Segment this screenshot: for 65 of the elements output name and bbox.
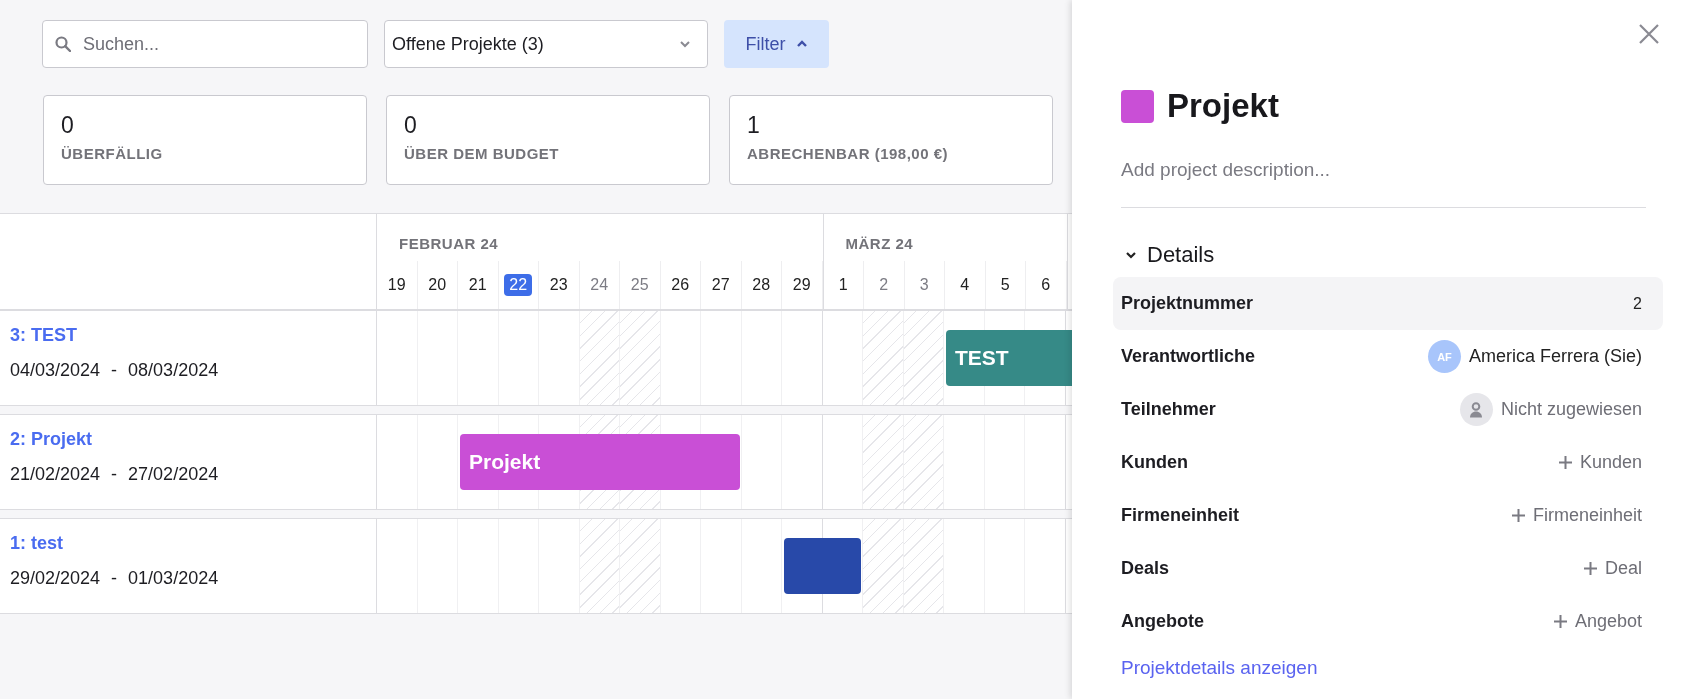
month-label: MÄRZ 24 — [844, 234, 915, 254]
project-dates: 04/03/2024 - 08/03/2024 — [10, 360, 220, 381]
plus-icon — [1583, 562, 1597, 575]
project-title-link[interactable]: 2: Projekt — [10, 429, 366, 450]
day-number: 19 — [386, 275, 407, 295]
chevron-down-icon — [679, 40, 691, 48]
field-label: Teilnehmer — [1121, 399, 1216, 420]
details-toggle[interactable]: Details — [1125, 242, 1215, 268]
day-number: 21 — [467, 275, 488, 295]
project-title-link[interactable]: 3: TEST — [10, 325, 366, 346]
project-bar[interactable]: Projekt — [460, 434, 740, 490]
plus-icon — [1558, 456, 1572, 469]
project-title-link[interactable]: 1: test — [10, 533, 366, 554]
project-dates: 29/02/2024 - 01/03/2024 — [10, 568, 220, 589]
plus-icon — [1511, 509, 1525, 522]
day-number: 26 — [670, 275, 691, 295]
stat-label: ÜBERFÄLLIG — [61, 145, 164, 162]
project-bar[interactable]: TEST — [946, 330, 1072, 386]
day-number: 24 — [589, 275, 610, 295]
field-label: Verantwortliche — [1121, 346, 1256, 367]
field-label: Kunden — [1121, 452, 1188, 473]
day-number: 2 — [878, 275, 890, 295]
project-title: Projekt — [1167, 87, 1279, 125]
plus-icon — [1553, 615, 1567, 628]
stat-label: ABRECHENBAR (198,00 €) — [747, 145, 950, 162]
chevron-down-icon — [1125, 249, 1137, 261]
unassigned-text[interactable]: Nicht zugewiesen — [1500, 399, 1642, 420]
person-name[interactable]: America Ferrera (Sie) — [1468, 346, 1642, 367]
stat-label: ÜBER DEM BUDGET — [404, 145, 560, 162]
filter-button[interactable]: Filter — [724, 20, 829, 68]
stat-value: 0 — [61, 112, 75, 139]
avatar-initials: AF — [1427, 340, 1461, 373]
person-icon — [1459, 393, 1493, 426]
field-value: 2 — [1633, 294, 1642, 313]
search-icon — [55, 36, 71, 52]
month-label: FEBRUAR 24 — [398, 234, 500, 254]
field-label: Angebote — [1121, 611, 1204, 632]
add-link[interactable]: Deal — [1604, 558, 1642, 579]
stat-value: 0 — [404, 112, 418, 139]
field-label: Projektnummer — [1121, 293, 1254, 314]
day-number: 4 — [959, 275, 971, 295]
day-number: 23 — [548, 275, 569, 295]
chevron-up-icon — [795, 40, 808, 48]
day-number: 20 — [427, 275, 448, 295]
field-label: Deals — [1121, 558, 1170, 579]
day-number: 6 — [1040, 275, 1052, 295]
day-number: 25 — [629, 275, 650, 295]
add-link[interactable]: Firmeneinheit — [1532, 505, 1642, 526]
close-icon[interactable] — [1638, 23, 1660, 45]
day-number: 5 — [999, 275, 1011, 295]
project-filter-dropdown[interactable]: Offene Projekte (3) — [384, 20, 708, 68]
project-color-swatch[interactable] — [1121, 89, 1154, 123]
stat-value: 1 — [747, 112, 761, 139]
search-field[interactable]: Suchen... — [42, 20, 368, 68]
day-number: 1 — [837, 275, 849, 295]
day-number: 28 — [751, 275, 772, 295]
add-link[interactable]: Angebot — [1574, 611, 1642, 632]
day-number: 22 — [504, 274, 533, 296]
field-label: Firmeneinheit — [1121, 505, 1240, 526]
day-number: 29 — [791, 275, 812, 295]
add-link[interactable]: Kunden — [1579, 452, 1642, 473]
day-number: 27 — [710, 275, 731, 295]
day-number: 3 — [918, 275, 930, 295]
project-details-link[interactable]: Projektdetails anzeigen — [1121, 657, 1318, 679]
project-dates: 21/02/2024 - 27/02/2024 — [10, 464, 220, 485]
